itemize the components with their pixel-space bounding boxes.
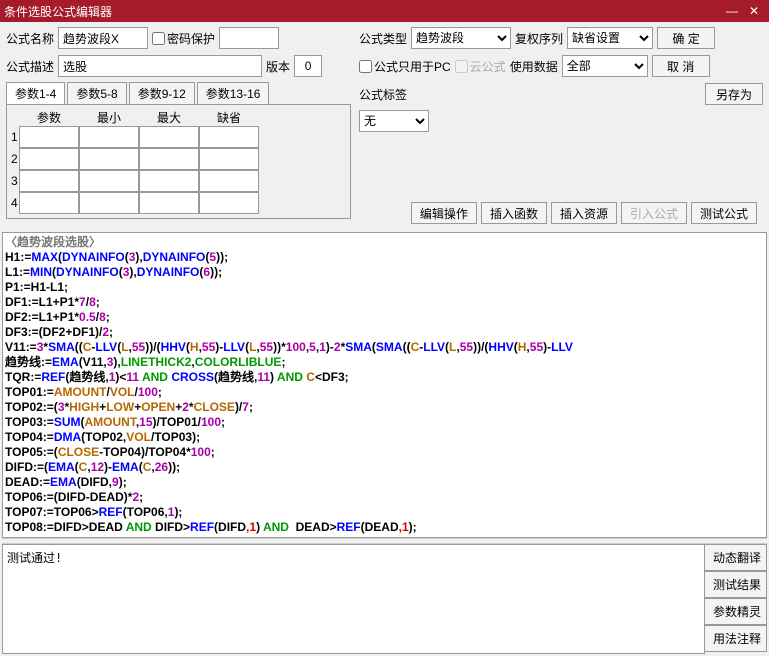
param-1-max[interactable] xyxy=(139,126,199,148)
param-4-min[interactable] xyxy=(79,192,139,214)
tab-params-9-12[interactable]: 参数9-12 xyxy=(129,82,195,104)
param-1-name[interactable] xyxy=(19,126,79,148)
param-2-max[interactable] xyxy=(139,148,199,170)
bottom-panel: 测试通过! 动态翻译 测试结果 参数精灵 用法注释 xyxy=(2,544,767,654)
param-4-max[interactable] xyxy=(139,192,199,214)
password-protect-checkbox[interactable]: 密码保护 xyxy=(152,30,215,47)
desc-label: 公式描述 xyxy=(6,58,54,75)
param-4-name[interactable] xyxy=(19,192,79,214)
param-2-default[interactable] xyxy=(199,148,259,170)
fuquan-select[interactable]: 缺省设置 xyxy=(567,27,653,49)
fuquan-label: 复权序列 xyxy=(515,30,563,47)
param-grid: 参数最小最大缺省 1 2 3 4 xyxy=(6,105,351,219)
param-2-name[interactable] xyxy=(19,148,79,170)
param-wizard-button[interactable]: 参数精灵 xyxy=(705,598,767,625)
desc-input[interactable] xyxy=(58,55,262,77)
type-select[interactable]: 趋势波段 xyxy=(411,27,511,49)
param-1-default[interactable] xyxy=(199,126,259,148)
output-area: 测试通过! xyxy=(2,544,705,654)
ok-button[interactable]: 确 定 xyxy=(657,27,715,49)
password-input[interactable] xyxy=(219,27,279,49)
param-tabs: 参数1-4 参数5-8 参数9-12 参数13-16 xyxy=(6,82,351,105)
use-data-select[interactable]: 全部 xyxy=(562,55,648,77)
use-data-label: 使用数据 xyxy=(510,58,558,75)
top-form: 公式名称 密码保护 公式描述 版本 参数1-4 参数5-8 参数9-12 参数1… xyxy=(0,22,769,232)
usage-notes-button[interactable]: 用法注释 xyxy=(705,625,767,652)
formula-editor[interactable]: 〈趋势波段选股〉 H1:=MAX(DYNAINFO(3),DYNAINFO(5)… xyxy=(2,232,767,538)
edit-op-button[interactable]: 编辑操作 xyxy=(411,202,477,224)
test-formula-button[interactable]: 测试公式 xyxy=(691,202,757,224)
tab-params-1-4[interactable]: 参数1-4 xyxy=(6,82,65,104)
cloud-checkbox: 云公式 xyxy=(455,58,506,75)
insert-res-button[interactable]: 插入资源 xyxy=(551,202,617,224)
test-result-button[interactable]: 测试结果 xyxy=(705,571,767,598)
minimize-icon[interactable]: — xyxy=(721,4,743,18)
tab-params-13-16[interactable]: 参数13-16 xyxy=(197,82,270,104)
name-input[interactable] xyxy=(58,27,148,49)
param-3-max[interactable] xyxy=(139,170,199,192)
only-pc-checkbox[interactable]: 公式只用于PC xyxy=(359,58,451,75)
param-3-min[interactable] xyxy=(79,170,139,192)
type-label: 公式类型 xyxy=(359,30,407,47)
name-label: 公式名称 xyxy=(6,30,54,47)
insert-func-button[interactable]: 插入函数 xyxy=(481,202,547,224)
param-1-min[interactable] xyxy=(79,126,139,148)
close-icon[interactable]: ✕ xyxy=(743,4,765,18)
param-2-min[interactable] xyxy=(79,148,139,170)
tag-label: 公式标签 xyxy=(359,86,407,103)
save-as-button[interactable]: 另存为 xyxy=(705,83,763,105)
param-4-default[interactable] xyxy=(199,192,259,214)
param-3-name[interactable] xyxy=(19,170,79,192)
tab-params-5-8[interactable]: 参数5-8 xyxy=(67,82,126,104)
titlebar: 条件选股公式编辑器 — ✕ xyxy=(0,0,769,22)
version-input[interactable] xyxy=(294,55,322,77)
cancel-button[interactable]: 取 消 xyxy=(652,55,710,77)
window-title: 条件选股公式编辑器 xyxy=(4,3,721,20)
side-buttons: 动态翻译 测试结果 参数精灵 用法注释 xyxy=(705,544,767,654)
import-formula-button: 引入公式 xyxy=(621,202,687,224)
toolbar: 编辑操作 插入函数 插入资源 引入公式 测试公式 xyxy=(359,202,763,228)
editor-title: 〈趋势波段选股〉 xyxy=(5,235,101,249)
tag-select[interactable]: 无 xyxy=(359,110,429,132)
param-3-default[interactable] xyxy=(199,170,259,192)
dynamic-translate-button[interactable]: 动态翻译 xyxy=(705,544,767,571)
version-label: 版本 xyxy=(266,58,290,75)
